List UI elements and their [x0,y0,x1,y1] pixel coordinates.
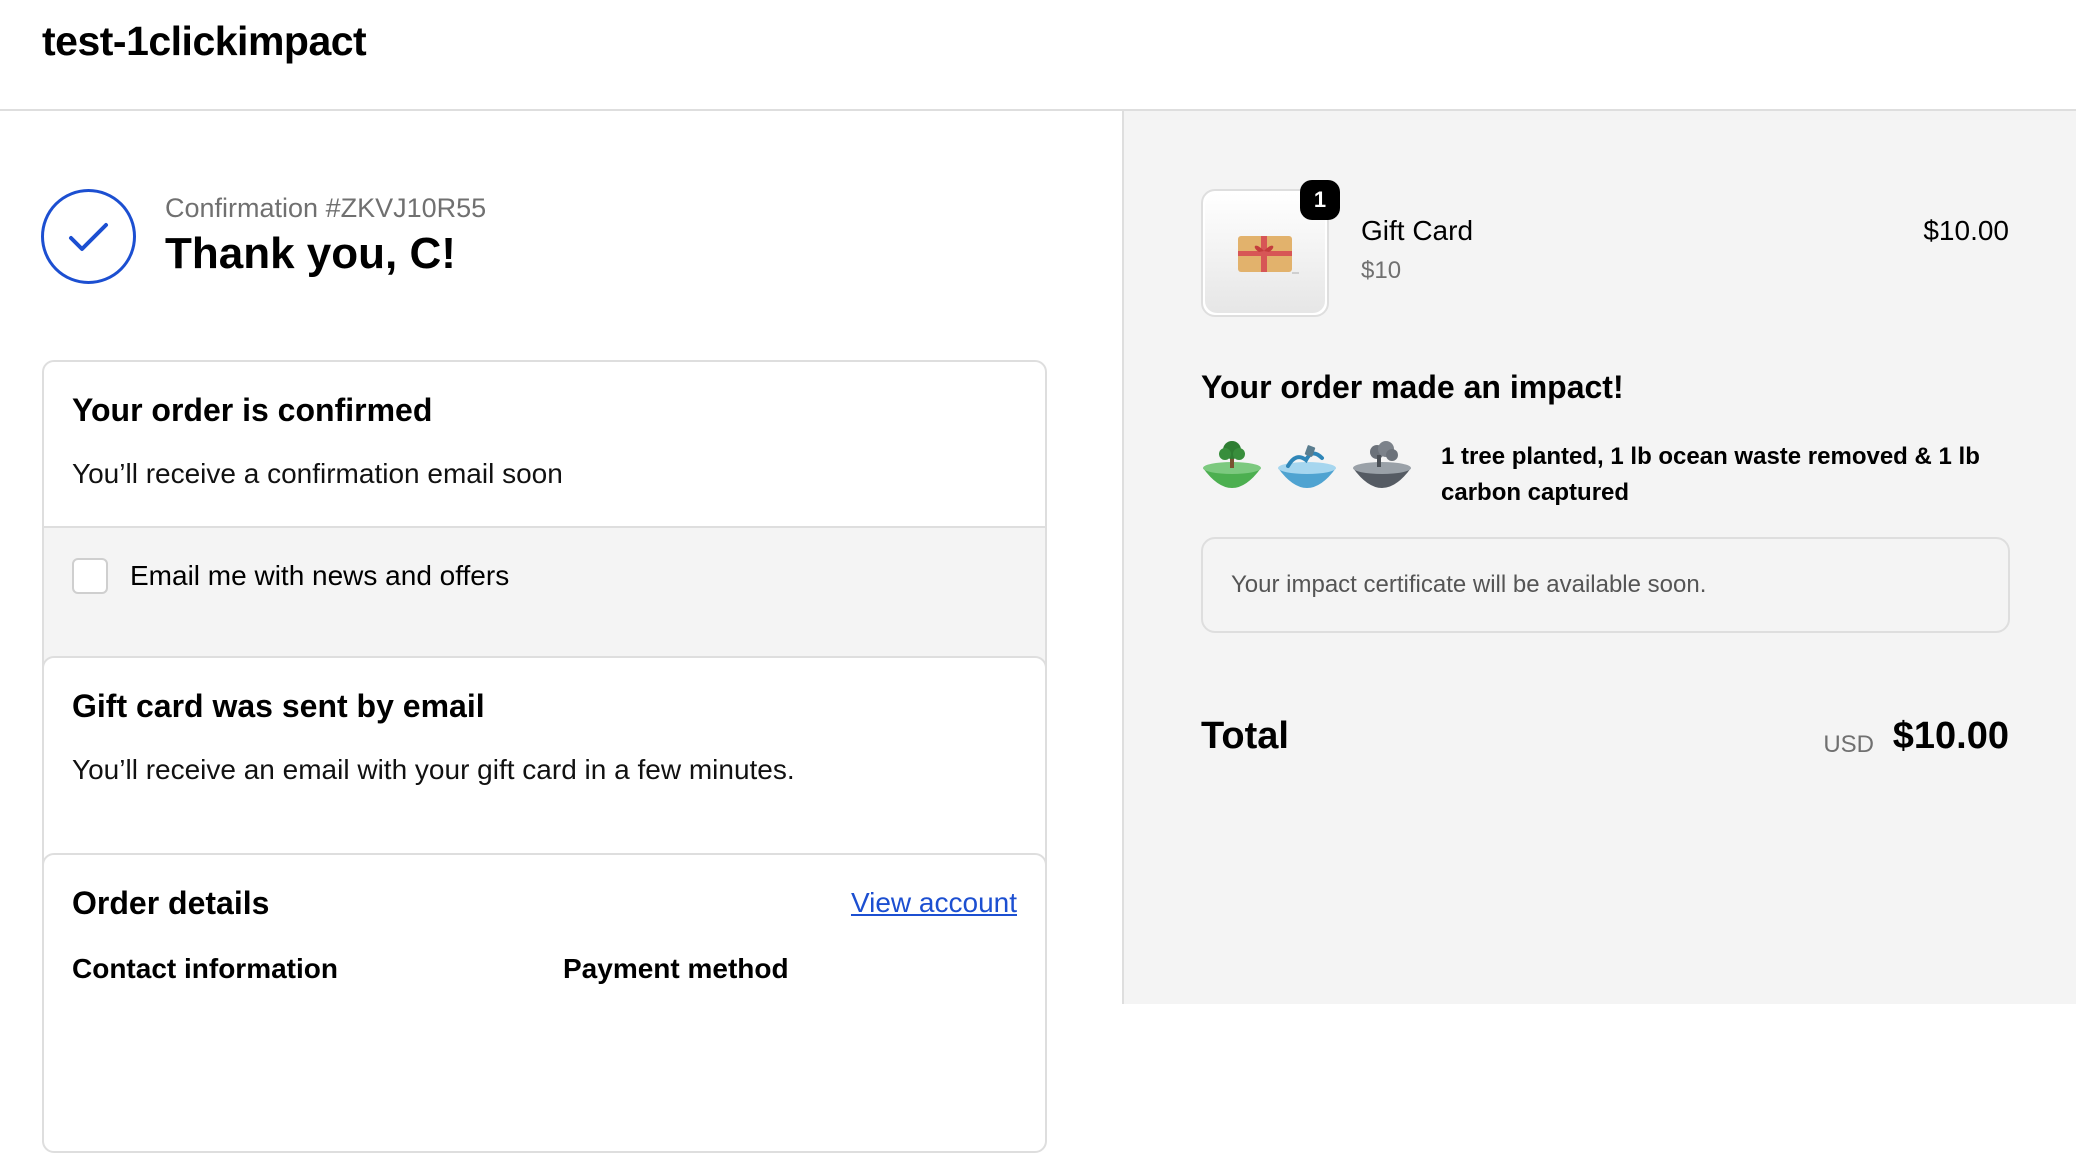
order-details-card: Order details View account Contact infor… [42,853,1047,1153]
view-account-link[interactable]: View account [851,887,1017,919]
contact-information-heading: Contact information [72,953,338,984]
impact-title: Your order made an impact! [1201,369,1624,405]
newsletter-label[interactable]: Email me with news and offers [130,560,509,592]
order-summary: 1 Gift Card $10 $10.00 Your order made a… [1124,111,2076,1004]
line-item-price: $10.00 [1923,215,2009,246]
quantity-badge: 1 [1300,180,1340,220]
tree-planted-icon [1203,441,1261,488]
order-details-title: Order details [72,885,270,921]
total-currency: USD [1823,731,1874,758]
thank-you-heading: Thank you, C! [165,229,456,278]
checkmark-icon [41,189,136,284]
line-item-name: Gift Card [1361,215,1474,246]
gift-card-notice-title: Gift card was sent by email [72,688,485,724]
total-amount: $10.00 [1892,715,2009,757]
newsletter-checkbox[interactable] [72,558,108,594]
ocean-waste-icon [1278,445,1336,488]
gift-card-notice-text: You’ll receive an email with your gift c… [72,754,795,785]
order-confirmed-title: Your order is confirmed [72,392,433,428]
impact-certificate-text: Your impact certificate will be availabl… [1231,571,1707,598]
shop-header: test-1clickimpact [0,0,2076,111]
total-label: Total [1201,715,1289,757]
shop-name[interactable]: test-1clickimpact [42,18,367,65]
main-content: Confirmation #ZKVJ10R55 Thank you, C! Yo… [0,111,1124,1153]
carbon-captured-icon [1353,441,1411,488]
impact-summary: 1 tree planted, 1 lb ocean waste removed… [1441,443,1980,506]
impact-certificate-box: Your impact certificate will be availabl… [1201,537,2010,633]
impact-icons [1201,438,1414,500]
payment-method-heading: Payment method [563,953,789,984]
confirmation-number: Confirmation #ZKVJ10R55 [165,193,487,223]
order-confirmed-text: You’ll receive a confirmation email soon [72,458,563,489]
line-item-variant: $10 [1361,257,1402,284]
